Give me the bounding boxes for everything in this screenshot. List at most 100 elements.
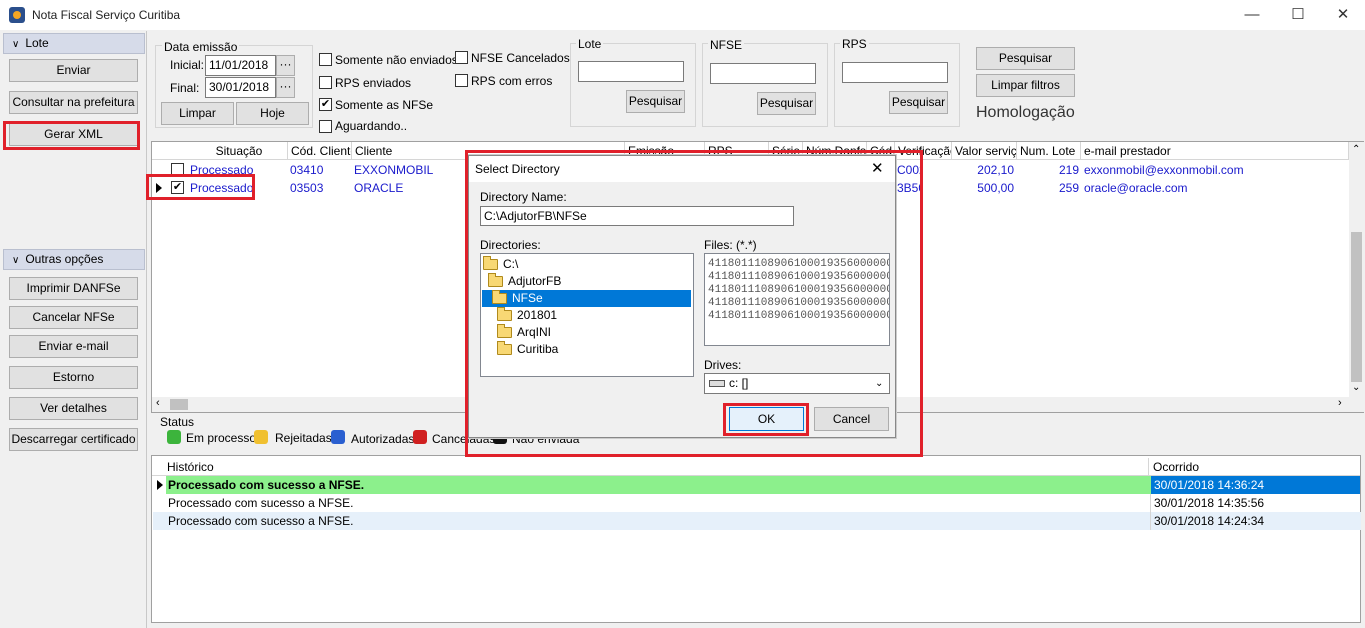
estorno-button[interactable]: Estorno (9, 366, 138, 389)
scroll-thumb[interactable] (1351, 232, 1362, 382)
history-date: 30/01/2018 14:35:56 (1154, 496, 1265, 510)
scroll-right-icon[interactable]: › (1338, 397, 1342, 409)
enviar-email-button[interactable]: Enviar e-mail (9, 335, 138, 358)
scroll-up-icon[interactable]: ⌃ (1352, 144, 1360, 155)
hoje-button[interactable]: Hoje (236, 102, 309, 125)
row-valor: 202,10 (977, 163, 1014, 177)
highlight-selected-row (146, 174, 255, 200)
chevron-down-icon: ∨ (12, 39, 20, 50)
inicial-date-picker-button[interactable]: ··· (276, 55, 295, 76)
title-bar: Nota Fiscal Serviço Curitiba — ☐ ✕ (0, 0, 1365, 30)
col-email-prestador[interactable]: e-mail prestador (1081, 142, 1349, 160)
row-email: oracle@oracle.com (1084, 181, 1188, 195)
close-button[interactable]: ✕ (1320, 0, 1365, 30)
legend-rejeitadas: Rejeitadas (275, 431, 332, 445)
rps-enviados-checkbox[interactable] (319, 76, 332, 89)
outras-panel-header[interactable]: ∨ Outras opções (3, 249, 145, 270)
history-text: Processado com sucesso a NFSE. (166, 512, 1151, 530)
history-text: Processado com sucesso a NFSE. (166, 494, 1151, 512)
aguardando-checkbox[interactable] (319, 120, 332, 133)
rps-filter-label: RPS (840, 37, 869, 51)
environment-label: Homologação (976, 104, 1075, 121)
rps-filter-input[interactable] (842, 62, 948, 83)
history-date: 30/01/2018 14:24:34 (1154, 514, 1265, 528)
history-grid: Histórico Ocorrido Processado com sucess… (151, 455, 1361, 623)
nfse-filter-input[interactable] (710, 63, 816, 84)
legend-swatch-canceladas (413, 430, 427, 444)
window-title: Nota Fiscal Serviço Curitiba (32, 8, 181, 22)
somente-nfse-label: Somente as NFSe (335, 98, 434, 112)
col-ocorrido[interactable]: Ocorrido (1150, 458, 1358, 476)
legend-swatch-em-processo (167, 430, 181, 444)
ver-detalhes-button[interactable]: Ver detalhes (9, 397, 138, 420)
consultar-prefeitura-button[interactable]: Consultar na prefeitura (9, 91, 138, 114)
app-icon (9, 7, 25, 23)
history-row[interactable]: Processado com sucesso a NFSE. 30/01/201… (153, 494, 1361, 512)
history-text: Processado com sucesso a NFSE. (166, 476, 1151, 494)
rps-pesquisar-button[interactable]: Pesquisar (889, 91, 948, 114)
col-valor-servico[interactable]: Valor serviço (952, 142, 1017, 160)
nfse-cancelados-checkbox[interactable] (455, 51, 468, 64)
enviar-button[interactable]: Enviar (9, 59, 138, 82)
row-valor: 500,00 (977, 181, 1014, 195)
history-date: 30/01/2018 14:36:24 (1151, 476, 1360, 494)
lote-filter-input[interactable] (578, 61, 684, 82)
nfse-filter-label: NFSE (708, 38, 745, 52)
limpar-filtros-button[interactable]: Limpar filtros (976, 74, 1075, 97)
lote-filter-group (570, 43, 696, 127)
pesquisar-main-button[interactable]: Pesquisar (976, 47, 1075, 70)
rps-com-erros-label: RPS com erros (471, 74, 553, 88)
nfse-cancelados-label: NFSE Cancelados (471, 51, 570, 65)
highlight-ok-button (723, 403, 809, 436)
history-header: Histórico Ocorrido (152, 458, 1360, 476)
cancelar-nfse-button[interactable]: Cancelar NFSe (9, 306, 138, 329)
row-cliente: EXXONMOBIL (354, 163, 434, 177)
row-pointer-icon (157, 480, 163, 490)
highlight-dialog (465, 150, 923, 457)
hscroll-thumb[interactable] (170, 399, 188, 410)
somente-nao-enviados-label: Somente não enviados (335, 53, 458, 67)
highlight-gerar-xml (3, 121, 140, 150)
maximize-button[interactable]: ☐ (1275, 0, 1321, 30)
aguardando-label: Aguardando.. (335, 119, 408, 133)
row-cod-cliente: 03410 (290, 163, 324, 177)
somente-nfse-checkbox[interactable]: ✔ (319, 98, 332, 111)
outras-header-label: Outras opções (25, 252, 104, 266)
legend-autorizadas: Autorizadas (351, 432, 415, 446)
legend-swatch-autorizadas (331, 430, 345, 444)
lote-panel-header[interactable]: ∨ Lote (3, 33, 145, 54)
descarregar-certificado-button[interactable]: Descarregar certificado (9, 428, 138, 451)
rps-com-erros-checkbox[interactable] (455, 74, 468, 87)
sidebar: ∨ Lote Enviar Consultar na prefeitura Ger… (0, 31, 147, 628)
col-situacao[interactable]: Situação (188, 142, 288, 160)
limpar-button[interactable]: Limpar (161, 102, 234, 125)
chevron-down-icon: ∨ (12, 255, 20, 266)
history-row[interactable]: Processado com sucesso a NFSE. 30/01/201… (153, 476, 1361, 494)
final-date-picker-button[interactable]: ··· (276, 77, 295, 98)
row-lote: 259 (1058, 181, 1079, 195)
row-cliente: ORACLE (354, 181, 404, 195)
legend-em-processo: Em processo (186, 431, 257, 445)
col-historico[interactable]: Histórico (164, 458, 1149, 476)
lote-pesquisar-button[interactable]: Pesquisar (626, 90, 685, 113)
row-lote: 219 (1058, 163, 1079, 177)
final-date-input[interactable]: 30/01/2018 (205, 77, 276, 98)
lote-filter-label: Lote (576, 37, 604, 51)
history-row[interactable]: Processado com sucesso a NFSE. 30/01/201… (153, 512, 1361, 530)
scroll-down-icon[interactable]: ⌄ (1352, 382, 1360, 393)
minimize-button[interactable]: — (1229, 0, 1275, 30)
status-label: Status (160, 415, 195, 429)
grid-vertical-scrollbar[interactable]: ⌃ ⌄ (1349, 142, 1364, 397)
inicial-date-input[interactable]: 11/01/2018 (205, 55, 276, 76)
nfse-pesquisar-button[interactable]: Pesquisar (757, 92, 816, 115)
imprimir-danfse-button[interactable]: Imprimir DANFSe (9, 277, 138, 300)
data-emissao-label: Data emissão (162, 40, 240, 54)
col-num-lote[interactable]: Num. Lote (1017, 142, 1081, 160)
col-cod-cliente[interactable]: Cód. Cliente (288, 142, 352, 160)
legend-swatch-rejeitadas (254, 430, 268, 444)
rps-filter-group (834, 43, 960, 127)
scroll-left-icon[interactable]: ‹ (156, 397, 160, 409)
lote-header-label: Lote (25, 36, 49, 50)
somente-nao-enviados-checkbox[interactable] (319, 53, 332, 66)
final-label: Final: (170, 81, 200, 95)
